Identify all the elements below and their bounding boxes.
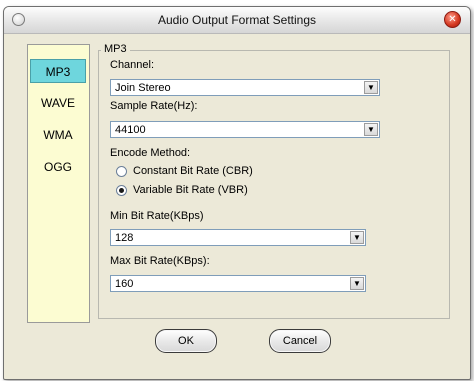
dialog-window: Audio Output Format Settings ✕ MP3 WAVE …	[3, 6, 471, 380]
format-sidebar: MP3 WAVE WMA OGG	[27, 44, 90, 323]
encode-method-label: Encode Method:	[110, 147, 191, 159]
vbr-label[interactable]: Variable Bit Rate (VBR)	[133, 184, 248, 196]
close-icon[interactable]: ✕	[444, 11, 461, 28]
group-legend: MP3	[101, 43, 130, 55]
title-bar: Audio Output Format Settings ✕	[4, 7, 470, 34]
sidebar-item-wave[interactable]: WAVE	[30, 91, 86, 115]
cbr-label[interactable]: Constant Bit Rate (CBR)	[133, 165, 253, 177]
sidebar-item-wma[interactable]: WMA	[30, 123, 86, 147]
cbr-radio[interactable]	[116, 166, 127, 177]
chevron-down-icon[interactable]: ▼	[350, 231, 364, 244]
max-bitrate-label: Max Bit Rate(KBps):	[110, 255, 210, 267]
sidebar-item-ogg[interactable]: OGG	[30, 155, 86, 179]
sidebar-item-mp3[interactable]: MP3	[30, 59, 86, 83]
channel-select[interactable]: Join Stereo ▼	[110, 79, 380, 96]
sample-rate-value: 44100	[115, 124, 146, 136]
ok-button[interactable]: OK	[155, 329, 217, 353]
max-bitrate-value: 160	[115, 278, 134, 290]
chevron-down-icon[interactable]: ▼	[364, 123, 378, 136]
chevron-down-icon[interactable]: ▼	[364, 81, 378, 94]
min-bitrate-select[interactable]: 128 ▼	[110, 229, 366, 246]
sample-rate-select[interactable]: 44100 ▼	[110, 121, 380, 138]
cancel-button[interactable]: Cancel	[269, 329, 331, 353]
sample-rate-label: Sample Rate(Hz):	[110, 100, 198, 112]
channel-value: Join Stereo	[115, 82, 171, 94]
min-bitrate-label: Min Bit Rate(KBps)	[110, 210, 204, 222]
chevron-down-icon[interactable]: ▼	[350, 277, 364, 290]
channel-label: Channel:	[110, 59, 155, 71]
vbr-radio[interactable]	[116, 185, 127, 196]
min-bitrate-value: 128	[115, 232, 134, 244]
max-bitrate-select[interactable]: 160 ▼	[110, 275, 366, 292]
window-title: Audio Output Format Settings	[157, 13, 317, 27]
